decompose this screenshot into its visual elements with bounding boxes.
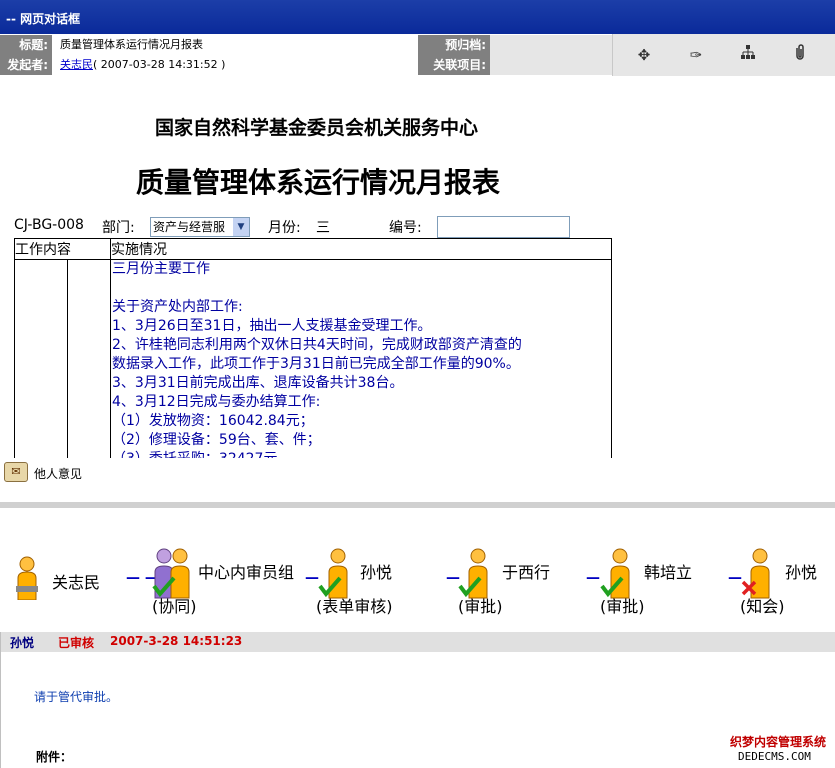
flow-name: 关志民 bbox=[52, 573, 101, 592]
dept-label: 部门: bbox=[102, 220, 135, 236]
watermark-domain: DEDECMS.COM bbox=[738, 750, 811, 763]
status-cell[interactable]: 三月份主要工作 关于资产处内部工作: 1、3月26日至31日，抽出一人支援基金受… bbox=[110, 259, 612, 458]
flow-name: 孙悦 bbox=[360, 563, 393, 582]
opinion-entry-header: 孙悦 已审核 2007-3-28 14:51:23 bbox=[0, 632, 835, 652]
month-value: 三 bbox=[316, 220, 330, 236]
text-line: 三月份主要工作 bbox=[112, 261, 210, 277]
attachment-label: 附件： bbox=[36, 750, 73, 764]
toolbar: ✥ ✑ bbox=[612, 34, 835, 76]
sender-label: 发起者: bbox=[0, 55, 52, 75]
col-header-content: 工作内容 bbox=[14, 238, 111, 260]
form-code: CJ-BG-008 bbox=[14, 217, 84, 233]
flow-role: (审批) bbox=[458, 597, 503, 616]
status-text: 三月份主要工作 关于资产处内部工作: 1、3月26日至31日，抽出一人支援基金受… bbox=[111, 260, 611, 458]
flow-role: (协同) bbox=[152, 597, 197, 616]
opinion-author: 孙悦 bbox=[10, 636, 35, 650]
text-line: 关于资产处内部工作: bbox=[112, 299, 243, 315]
document-pane[interactable]: 国家自然科学基金委员会机关服务中心 质量管理体系运行情况月报表 CJ-BG-00… bbox=[0, 77, 835, 458]
org-heading: 国家自然科学基金委员会机关服务中心 bbox=[155, 117, 479, 139]
person-icon[interactable] bbox=[14, 556, 40, 604]
paperclip-icon[interactable] bbox=[787, 43, 813, 67]
flow-name: 孙悦 bbox=[785, 563, 818, 582]
opinion-status: 已审核 bbox=[58, 636, 95, 650]
handshake-icon[interactable]: ✑ bbox=[683, 43, 709, 67]
archive-value bbox=[490, 35, 612, 55]
text-line: 1、3月26日至31日，抽出一人支援基金受理工作。 bbox=[112, 318, 432, 334]
opinions-title: 他人意见 bbox=[34, 467, 83, 481]
title-value: 质量管理体系运行情况月报表 bbox=[60, 38, 203, 51]
text-line: 3、3月31日前完成出库、退库设备共计38台。 bbox=[112, 375, 404, 391]
flow-role: (知会) bbox=[740, 597, 785, 616]
watermark-title: 织梦内容管理系统 bbox=[730, 735, 827, 749]
move-icon[interactable]: ✥ bbox=[631, 43, 657, 67]
flow-role: (表单审核) bbox=[316, 597, 393, 616]
number-input[interactable] bbox=[437, 216, 570, 238]
text-line: 4、3月12日完成与委办结算工作: bbox=[112, 394, 321, 410]
workflow-diagram: 关志民 — — 中心内审员组 (协同) — 孙悦 (表单审核) — 于西行 (审… bbox=[0, 508, 835, 632]
window-title: -- 网页对话框 bbox=[6, 12, 81, 26]
opinions-header: ✉ 他人意见 bbox=[0, 458, 835, 502]
work-table: 工作内容 实施情况 三月份主要工作 关于资产处内部工作: 1、3月26日至31日… bbox=[14, 238, 612, 458]
connector: — bbox=[305, 570, 319, 586]
sender-info: 关志民( 2007-03-28 14:31:52 ) bbox=[60, 55, 225, 75]
title-label: 标题: bbox=[0, 35, 52, 55]
text-line: （3）委托采购：32427元 bbox=[112, 450, 611, 458]
flow-role: (审批) bbox=[600, 597, 645, 616]
dept-select-value: 资产与经营服 bbox=[153, 220, 226, 234]
text-line: （1）发放物资：16042.84元； bbox=[112, 413, 314, 429]
dialog-titlebar: -- 网页对话框 bbox=[0, 0, 835, 34]
info-bar: 标题: 质量管理体系运行情况月报表 发起者: 关志民( 2007-03-28 1… bbox=[0, 34, 835, 76]
chevron-down-icon[interactable]: ▼ bbox=[233, 218, 249, 236]
dept-select[interactable]: 资产与经营服 ▼ bbox=[150, 217, 250, 237]
opinion-comment: 请于管代审批。 bbox=[34, 690, 119, 704]
number-label: 编号: bbox=[389, 220, 422, 236]
opinion-icon: ✉ bbox=[4, 462, 28, 482]
connector: — bbox=[586, 570, 600, 586]
archive-label: 预归档: bbox=[418, 35, 490, 55]
sender-time: ( 2007-03-28 14:31:52 ) bbox=[93, 58, 226, 71]
related-value bbox=[490, 55, 612, 75]
text-line: 数据录入工作，此项工作于3月31日前已完成全部工作量的90%。 bbox=[112, 356, 520, 372]
flow-name: 于西行 bbox=[502, 563, 551, 582]
flow-name: 韩培立 bbox=[644, 563, 693, 582]
org-chart-icon[interactable] bbox=[735, 43, 761, 67]
document-title: 质量管理体系运行情况月报表 bbox=[136, 166, 501, 199]
text-line: （2）修理设备：59台、套、件； bbox=[112, 432, 321, 448]
entry-border bbox=[0, 632, 1, 768]
content-cell-a bbox=[14, 259, 68, 458]
flow-name: 中心内审员组 bbox=[198, 563, 295, 582]
content-cell-b bbox=[67, 259, 111, 458]
opinion-time: 2007-3-28 14:51:23 bbox=[110, 634, 243, 648]
month-label: 月份: bbox=[268, 220, 301, 236]
col-header-status: 实施情况 bbox=[110, 238, 612, 260]
text-line bbox=[112, 279, 611, 298]
related-label: 关联项目: bbox=[418, 55, 490, 75]
text-line: 2、许桂艳同志利用两个双休日共4天时间，完成财政部资产清查的 bbox=[112, 337, 522, 353]
sender-link[interactable]: 关志民 bbox=[60, 58, 93, 71]
